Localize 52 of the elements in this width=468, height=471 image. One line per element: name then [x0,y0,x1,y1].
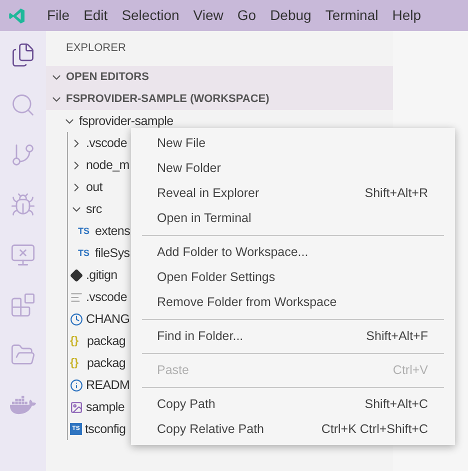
menu-item[interactable]: Find in Folder... Shift+Alt+F [131,324,455,349]
menu-item[interactable]: Debug [263,5,318,26]
sidebar-title: EXPLORER [66,41,126,56]
menu-item[interactable]: View [186,5,230,26]
menu-item[interactable]: Selection [114,5,186,26]
image-file-icon [70,400,83,414]
menu-item[interactable]: Reveal in Explorer Shift+Alt+R [131,181,455,206]
menu-item[interactable]: File [40,5,77,26]
ts-file-icon: TS [78,248,92,258]
menu-item[interactable]: Edit [76,5,115,26]
menu-item[interactable]: Terminal [318,5,386,26]
menu-item[interactable]: New File [131,131,455,156]
blocks-icon[interactable] [10,292,36,318]
file-name[interactable]: .vscode [86,288,127,306]
file-name[interactable]: packag [87,332,126,350]
menu-item[interactable]: Add Folder to Workspace... [131,240,455,265]
branch-icon[interactable] [10,142,36,168]
logo-icon [8,6,26,24]
info-icon [70,378,83,392]
folder-name[interactable]: src [86,200,102,218]
text-file-icon [70,290,83,304]
menu-item[interactable]: Open in Terminal [131,206,455,231]
folder-name[interactable]: out [86,178,102,196]
files-icon[interactable] [10,42,36,68]
folder-name[interactable]: fsprovider-sample [79,112,174,130]
git-file-icon [70,268,83,282]
monitor-icon[interactable] [10,242,36,268]
file-name[interactable]: CHANG [86,310,130,328]
menu-item[interactable]: Open Folder Settings [131,265,455,290]
file-name[interactable]: sample [86,398,124,416]
json-file-icon: {} [70,358,84,368]
file-name[interactable]: packag [87,354,126,372]
menu-item[interactable]: Help [385,5,428,26]
file-name[interactable]: tsconfig [85,420,126,438]
menu-item[interactable]: Go [230,5,264,26]
menu-item[interactable]: Copy Relative Path Ctrl+K Ctrl+Shift+C [131,417,455,442]
folder-name[interactable]: node_m [86,156,130,174]
bug-icon[interactable] [10,192,36,218]
file-name[interactable]: extens [95,222,130,240]
json-file-icon: {} [70,336,84,346]
menu-item[interactable]: New Folder [131,156,455,181]
file-name[interactable]: .gitign [86,266,118,284]
clock-icon [70,312,83,326]
ts-file-icon: TS [78,226,92,236]
menu-item[interactable]: Copy Path Shift+Alt+C [131,392,455,417]
file-name[interactable]: fileSys [95,244,130,262]
menu-item[interactable]: Remove Folder from Workspace [131,290,455,315]
section-header[interactable]: OPEN EDITORS [46,66,393,88]
search-icon[interactable] [10,92,36,118]
folder-name[interactable]: .vscode [86,134,127,152]
section-header[interactable]: FSPROVIDER-SAMPLE (WORKSPACE) [46,88,393,110]
file-name[interactable]: READM [86,376,130,394]
